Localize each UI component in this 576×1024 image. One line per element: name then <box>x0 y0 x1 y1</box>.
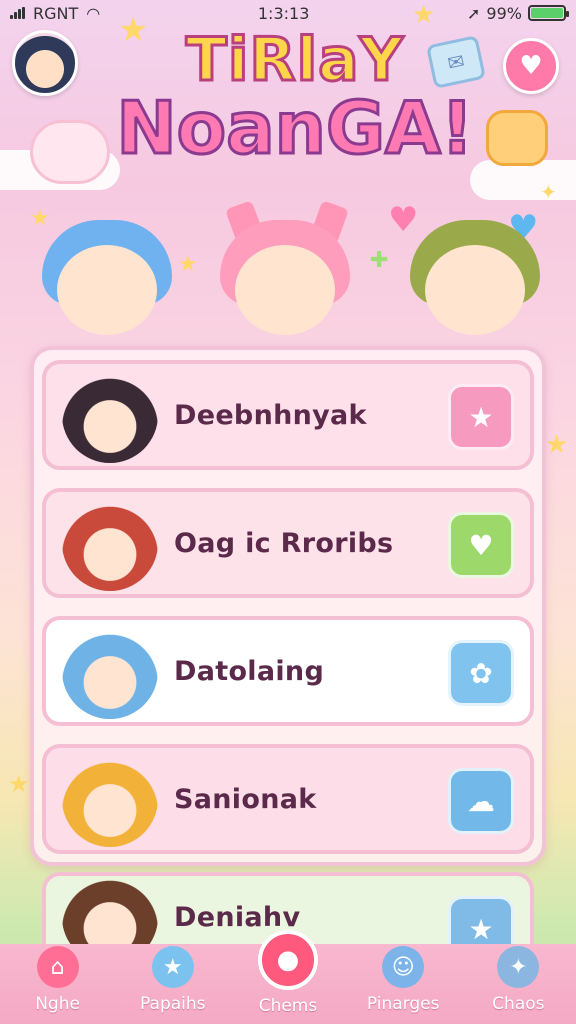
cloud-decoration <box>470 160 576 200</box>
chat-bubble-icon: ● <box>257 930 318 990</box>
character-portrait <box>62 751 158 847</box>
star-decoration-icon: ★ <box>8 770 30 798</box>
character-action-button[interactable]: ★ <box>448 384 514 450</box>
star-icon: ★ <box>151 946 194 988</box>
app-title-line1: TiRlaY <box>184 25 405 95</box>
status-right: ➚ 99% <box>467 3 569 23</box>
bottom-nav: ⌂ Nghe ★ Papaihs ● Chems ☺ Pinarges ✦ Ch… <box>0 930 576 1024</box>
nav-label: Chaos <box>492 994 545 1014</box>
home-icon: ⌂ <box>36 946 79 988</box>
character-portrait <box>62 495 158 591</box>
cat-mascot <box>486 110 548 166</box>
character-name: Deebnhnyak <box>174 399 367 431</box>
bunny-mascot <box>30 120 110 184</box>
carrier-label: RGNT <box>33 3 79 23</box>
list-item[interactable]: Sanionak ☁ <box>42 744 534 854</box>
user-avatar[interactable] <box>12 30 78 96</box>
heart-icon: ♥ <box>468 528 494 562</box>
character-name: Oag ic Rroribs <box>174 527 394 559</box>
character-action-button[interactable]: ✿ <box>448 640 514 706</box>
list-item[interactable]: Datolaing ✿ <box>42 616 534 726</box>
character-name: Datolaing <box>174 655 325 687</box>
character-name: Sanionak <box>174 783 317 815</box>
battery-icon <box>527 5 569 21</box>
nav-item-smile[interactable]: ☺ Pinarges <box>348 946 458 1014</box>
list-item[interactable]: Deebnhnyak ★ <box>42 360 534 470</box>
nav-label: Nghe <box>35 994 80 1014</box>
nav-item-games[interactable]: ✦ Chaos <box>463 946 573 1014</box>
star-icon: ★ <box>468 912 494 946</box>
status-bar: RGNT ◠ 1:3:13 ➚ 99% <box>0 0 576 26</box>
app-title-line2: NoanGA! <box>115 86 475 170</box>
clock: 1:3:13 <box>257 3 310 23</box>
hero-character-blue <box>32 200 182 350</box>
flower-icon: ✿ <box>469 656 493 690</box>
nav-item-home[interactable]: ⌂ Nghe <box>3 946 113 1014</box>
nav-label: Pinarges <box>366 994 440 1014</box>
nav-label: Chems <box>258 996 318 1016</box>
battery-percent: 99% <box>486 3 522 23</box>
nav-item-chat[interactable]: ● Chems <box>233 930 343 1016</box>
character-action-button[interactable]: ♥ <box>448 512 514 578</box>
hero-face <box>57 245 157 335</box>
star-decoration-icon: ✦ <box>540 180 557 204</box>
nav-label: Papaihs <box>140 994 206 1014</box>
character-portrait <box>62 367 158 463</box>
favorites-button[interactable]: ♥ <box>503 38 559 94</box>
hero-character-pink <box>210 200 360 350</box>
location-arrow-icon: ➚ <box>467 3 481 23</box>
gamepad-icon: ✦ <box>497 946 540 988</box>
hero-character-green <box>400 200 550 350</box>
star-decoration-icon: ★ <box>30 206 50 231</box>
star-icon: ★ <box>468 400 494 434</box>
status-left: RGNT ◠ <box>10 4 100 23</box>
character-portrait <box>62 623 158 719</box>
battery-fill <box>530 8 563 18</box>
wifi-icon: ◠ <box>86 3 101 23</box>
clover-decoration-icon: ✚ <box>370 248 389 273</box>
hero-face <box>235 245 335 335</box>
smile-icon: ☺ <box>382 946 425 988</box>
list-item[interactable]: Oag ic Rroribs ♥ <box>42 488 534 598</box>
character-action-button[interactable]: ☁ <box>448 768 514 834</box>
star-decoration-icon: ★ <box>412 0 436 30</box>
nav-item-star[interactable]: ★ Papaihs <box>118 946 228 1014</box>
hero-face <box>425 245 525 335</box>
app-title: TiRlaY NoanGA! <box>110 25 480 170</box>
signal-icon <box>10 7 25 19</box>
character-name: Deniahv <box>174 901 301 933</box>
cloud-icon: ☁ <box>467 784 495 818</box>
star-decoration-icon: ★ <box>545 430 569 460</box>
heart-icon: ♥ <box>519 51 543 81</box>
